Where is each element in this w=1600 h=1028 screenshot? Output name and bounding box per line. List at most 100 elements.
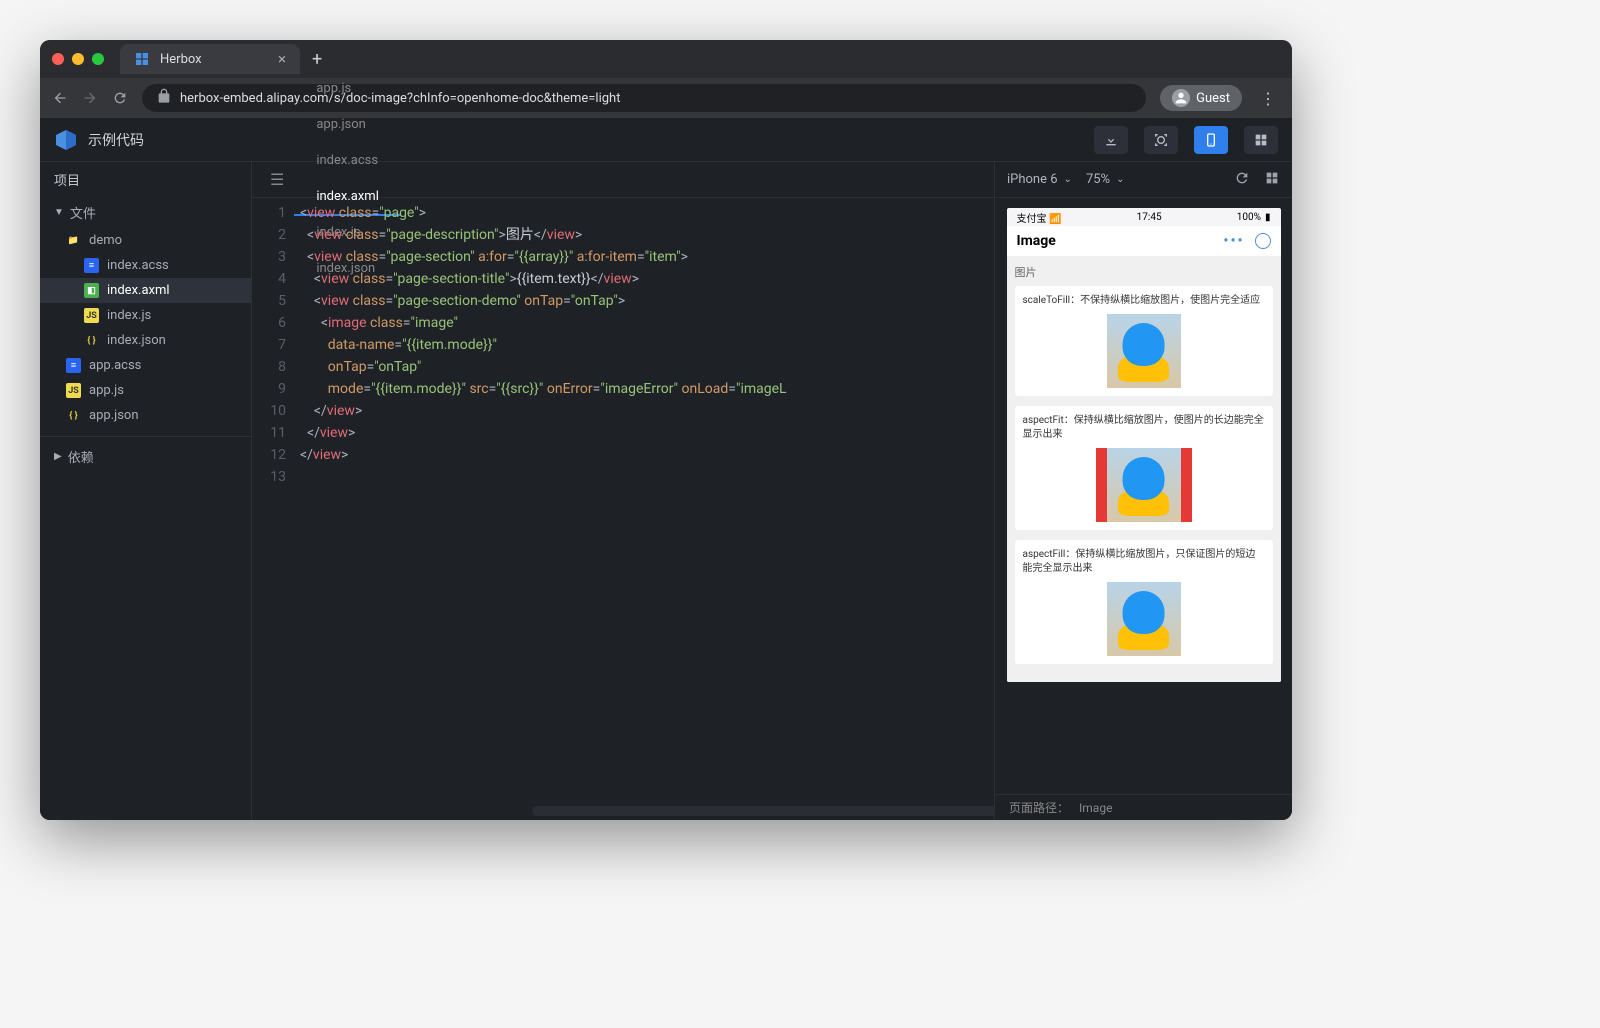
sidebar-files-section[interactable]: ▼ 文件 xyxy=(40,197,251,228)
back-button[interactable] xyxy=(52,90,68,106)
battery-icon: ▮ xyxy=(1265,212,1271,223)
wifi-icon: 📶 xyxy=(1049,214,1061,225)
sidebar-deps-label: 依赖 xyxy=(68,447,94,466)
sidebar-deps-section[interactable]: ▶ 依赖 xyxy=(40,436,251,472)
phone-statusbar: 支付宝 📶 17:45 100%▮ xyxy=(1007,208,1281,226)
avatar-icon xyxy=(1172,89,1190,107)
caret-down-icon: ▼ xyxy=(54,207,64,218)
file-name: index.axml xyxy=(107,283,170,298)
nav-more-icon[interactable]: ••• xyxy=(1223,233,1244,249)
editor-area: ☰ app.jsapp.jsonindex.acssindex.axmlinde… xyxy=(252,162,994,820)
file-name: index.acss xyxy=(107,258,169,273)
new-tab-button[interactable]: + xyxy=(312,49,322,70)
device-selector[interactable]: iPhone 6 ⌄ xyxy=(1007,172,1072,187)
hamburger-menu-icon[interactable]: ☰ xyxy=(260,170,294,189)
battery-status: 100%▮ xyxy=(1237,212,1271,223)
browser-window: Herbox × + herbox-embed.alipay.com/s/doc… xyxy=(40,40,1292,820)
code-line: 2 <view class="page-description">图片</vie… xyxy=(252,224,994,246)
qr-button[interactable] xyxy=(1144,126,1178,154)
file-name: app.json xyxy=(89,408,139,423)
phone-page-body[interactable]: 图片 scaleToFill：不保持纵横比缩放图片，使图片完全适应 aspectF… xyxy=(1007,256,1281,682)
code-line: 10 </view> xyxy=(252,400,994,422)
address-bar: herbox-embed.alipay.com/s/doc-image?chIn… xyxy=(40,78,1292,118)
file-index.js[interactable]: JSindex.js xyxy=(40,303,251,328)
minimize-window-icon[interactable] xyxy=(72,53,84,65)
lock-icon xyxy=(156,88,172,108)
phone-simulator: 支付宝 📶 17:45 100%▮ Image ••• 图片 scaleToFi xyxy=(1007,208,1281,682)
folder-name: demo xyxy=(89,233,122,248)
path-label: 页面路径： xyxy=(1009,799,1069,816)
profile-label: Guest xyxy=(1196,91,1230,106)
editor-tab-app.json[interactable]: app.json xyxy=(294,108,401,144)
chevron-down-icon: ⌄ xyxy=(1064,174,1072,185)
sidebar-files-label: 文件 xyxy=(70,203,96,222)
preview-card-scaleToFill: scaleToFill：不保持纵横比缩放图片，使图片完全适应 xyxy=(1015,286,1273,396)
zoom-selector[interactable]: 75% ⌄ xyxy=(1086,172,1125,187)
file-app.js[interactable]: JS app.js xyxy=(40,378,251,403)
app-logo-icon xyxy=(54,128,78,152)
browser-menu-button[interactable]: ⋮ xyxy=(1256,89,1280,108)
preview-image[interactable] xyxy=(1096,448,1192,522)
grid-view-button[interactable] xyxy=(1244,126,1278,154)
code-editor[interactable]: 1<view class="page">2 <view class="page-… xyxy=(252,198,994,806)
phone-navbar: Image ••• xyxy=(1007,226,1281,256)
editor-tab-index.acss[interactable]: index.acss xyxy=(294,144,401,180)
json-file-icon: { } xyxy=(84,333,99,348)
status-time: 17:45 xyxy=(1137,212,1162,223)
app-header: 示例代码 xyxy=(40,118,1292,162)
mobile-preview-button[interactable] xyxy=(1194,126,1228,154)
editor-tabs: ☰ app.jsapp.jsonindex.acssindex.axmlinde… xyxy=(252,162,994,198)
preview-image[interactable] xyxy=(1107,314,1181,388)
maximize-window-icon[interactable] xyxy=(92,53,104,65)
code-line: 7 data-name="{{item.mode}}" xyxy=(252,334,994,356)
app-frame: 示例代码 项目 ▼ 文件 📁 demo ≡index.acss◧index.ax… xyxy=(40,118,1292,820)
file-app.acss[interactable]: ≡app.acss xyxy=(40,353,251,378)
css-file-icon: ≡ xyxy=(84,258,99,273)
preview-card-aspectFit: aspectFit：保持纵横比缩放图片，使图片的长边能完全显示出来 xyxy=(1015,406,1273,530)
code-line: 3 <view class="page-section" a:for="{{ar… xyxy=(252,246,994,268)
zoom-label: 75% xyxy=(1086,172,1110,187)
url-input[interactable]: herbox-embed.alipay.com/s/doc-image?chIn… xyxy=(142,84,1146,112)
chevron-down-icon: ⌄ xyxy=(1116,174,1124,185)
preview-image[interactable] xyxy=(1107,582,1181,656)
app-body: 项目 ▼ 文件 📁 demo ≡index.acss◧index.axmlJSi… xyxy=(40,162,1292,820)
caret-right-icon: ▶ xyxy=(54,451,62,462)
profile-button[interactable]: Guest xyxy=(1160,85,1242,111)
code-line: 12</view> xyxy=(252,444,994,466)
file-index.json[interactable]: { }index.json xyxy=(40,328,251,353)
forward-button[interactable] xyxy=(82,90,98,106)
code-line: 4 <view class="page-section-title">{{ite… xyxy=(252,268,994,290)
refresh-preview-icon[interactable] xyxy=(1234,170,1250,190)
file-index.acss[interactable]: ≡ index.acss xyxy=(40,253,251,278)
close-window-icon[interactable] xyxy=(52,53,64,65)
app-title: 示例代码 xyxy=(88,130,144,150)
preview-panel: iPhone 6 ⌄ 75% ⌄ 支付宝 📶 17:45 100 xyxy=(994,162,1292,820)
browser-tab[interactable]: Herbox × xyxy=(120,44,300,74)
tab-close-icon[interactable]: × xyxy=(278,50,286,68)
favicon-icon xyxy=(134,51,150,67)
tree-folder-demo[interactable]: 📁 demo xyxy=(40,228,251,253)
device-label: iPhone 6 xyxy=(1007,172,1058,187)
file-index.axml[interactable]: ◧index.axml xyxy=(40,278,251,303)
titlebar: Herbox × + xyxy=(40,40,1292,78)
preview-footer: 页面路径： Image xyxy=(995,794,1292,820)
file-app.json[interactable]: { } app.json xyxy=(40,403,251,428)
nav-close-icon[interactable] xyxy=(1255,233,1271,249)
code-line: 8 onTap="onTap" xyxy=(252,356,994,378)
code-line: 5 <view class="page-section-demo" onTap=… xyxy=(252,290,994,312)
sidebar: 项目 ▼ 文件 📁 demo ≡index.acss◧index.axmlJSi… xyxy=(40,162,252,820)
js-file-icon: JS xyxy=(84,308,99,323)
card-title: aspectFit：保持纵横比缩放图片，使图片的长边能完全显示出来 xyxy=(1023,414,1265,442)
code-line: 9 mode="{{item.mode}}" src="{{src}}" onE… xyxy=(252,378,994,400)
file-name: app.js xyxy=(89,383,124,398)
grid-preview-icon[interactable] xyxy=(1264,170,1280,190)
js-file-icon: JS xyxy=(66,383,81,398)
reload-button[interactable] xyxy=(112,90,128,106)
code-line: 11 </view> xyxy=(252,422,994,444)
tab-title: Herbox xyxy=(160,52,202,67)
page-label: 图片 xyxy=(1015,264,1273,280)
download-button[interactable] xyxy=(1094,126,1128,154)
json-file-icon: { } xyxy=(66,408,81,423)
editor-tab-app.js[interactable]: app.js xyxy=(294,72,401,108)
card-title: aspectFill：保持纵横比缩放图片，只保证图片的短边能完全显示出来 xyxy=(1023,548,1265,576)
